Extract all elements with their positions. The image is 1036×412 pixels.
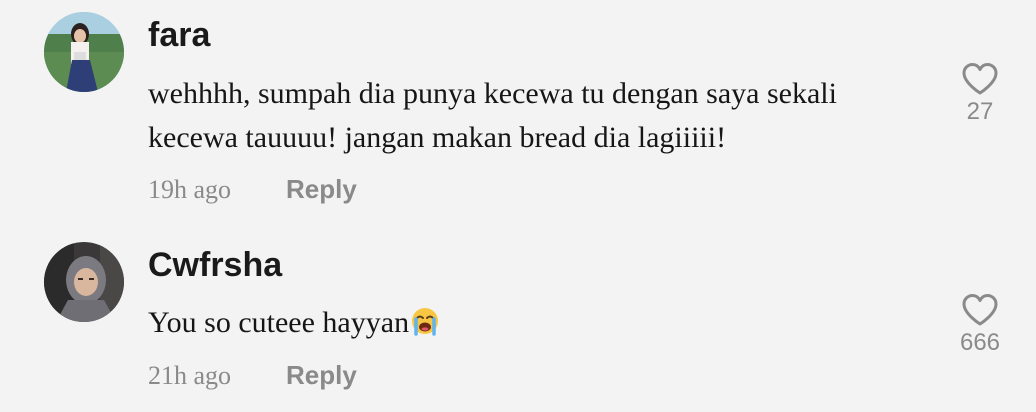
heart-icon[interactable] (961, 293, 999, 327)
reply-button[interactable]: Reply (286, 360, 357, 391)
timestamp: 21h ago (148, 361, 232, 390)
avatar-image (44, 12, 124, 92)
comment-item: fara wehhhh, sumpah dia punya kecewa tu … (0, 0, 1036, 225)
like-control[interactable]: 27 (950, 62, 1010, 126)
comment-text: You so cuteee hayyan (148, 301, 440, 345)
reply-button[interactable]: Reply (286, 174, 357, 205)
comment-text-line: wehhhh, sumpah dia punya kecewa tu denga… (148, 77, 837, 110)
avatar[interactable] (44, 242, 124, 322)
comment-text-line: You so cuteee hayyan (148, 306, 410, 339)
like-count: 27 (966, 98, 994, 125)
avatar-image (44, 242, 124, 322)
avatar[interactable] (44, 12, 124, 92)
comment-item: Cwfrsha You so cuteee hayyan 21h ago Rep… (0, 225, 1036, 412)
loudly-crying-face-icon (412, 308, 439, 336)
like-control[interactable]: 666 (950, 293, 1010, 357)
username[interactable]: Cwfrsha (148, 246, 282, 285)
like-count: 666 (959, 329, 1001, 356)
comment-text: wehhhh, sumpah dia punya kecewa tu denga… (148, 72, 837, 160)
heart-icon[interactable] (961, 62, 999, 96)
username[interactable]: fara (148, 16, 210, 55)
comment-text-line: kecewa tauuuu! jangan makan bread dia la… (148, 121, 727, 154)
timestamp: 19h ago (148, 175, 232, 204)
